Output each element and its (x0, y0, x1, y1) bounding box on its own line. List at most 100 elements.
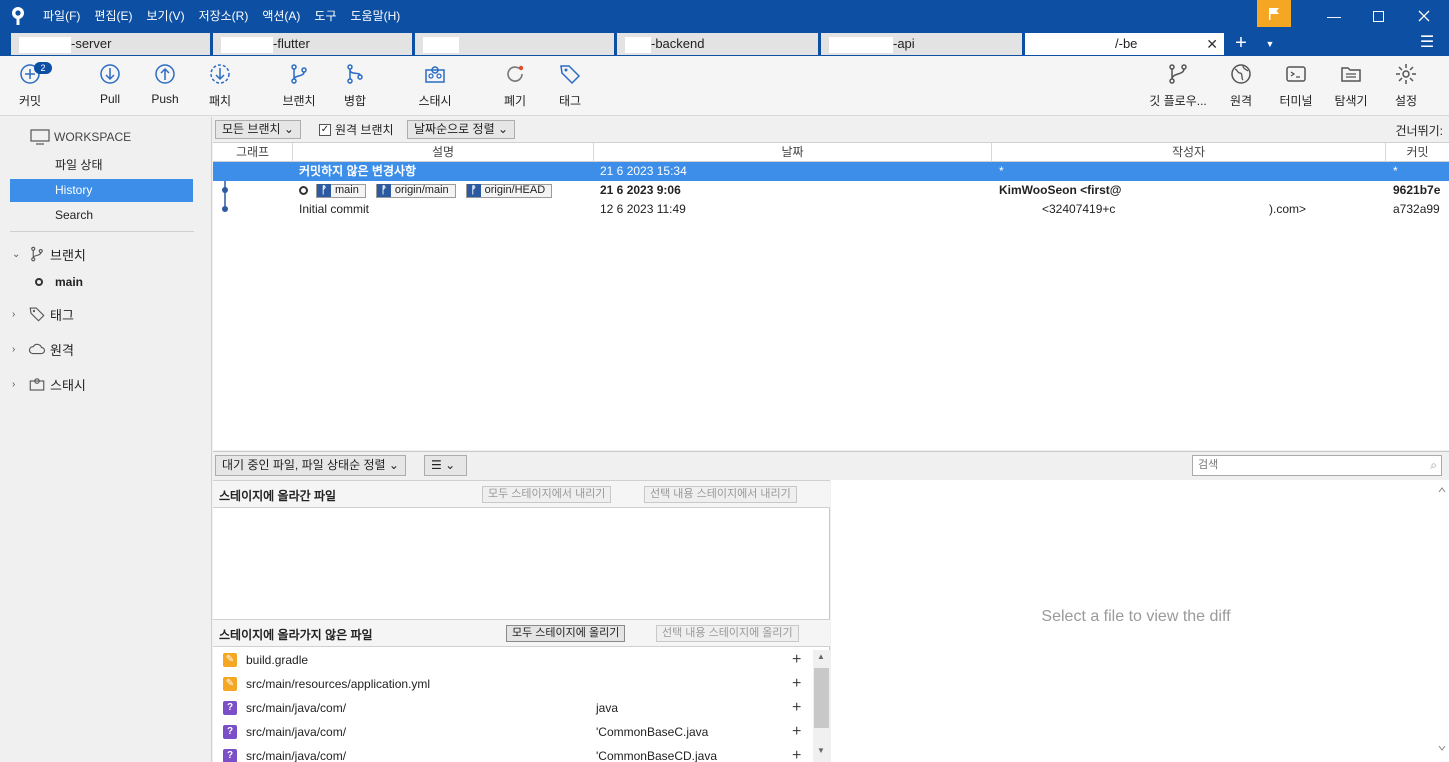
repo-tab[interactable]: -api (821, 33, 1023, 55)
column-date[interactable]: 날짜 (594, 143, 992, 162)
branch-icon: ᚡ (317, 184, 331, 198)
menu-tools[interactable]: 도구 (307, 0, 343, 32)
explorer-button[interactable]: 탐색기 (1321, 62, 1381, 112)
repo-tab-active[interactable]: /-be ✕ (1025, 33, 1225, 55)
add-tab-icon[interactable]: + (1230, 32, 1252, 56)
discard-button[interactable]: 폐기 (485, 62, 545, 112)
menu-bar: 파일(F) 편집(E) 보기(V) 저장소(R) 액션(A) 도구 도움말(H) (36, 0, 407, 32)
history-header: 그래프 설명 날짜 작성자 커밋 (213, 143, 1449, 162)
repo-tab[interactable]: -backend (617, 33, 819, 55)
table-row[interactable]: Initial commit 12 6 2023 11:49 <32407419… (213, 200, 1449, 219)
settings-button[interactable]: 설정 (1376, 62, 1436, 112)
list-item[interactable]: ? src/main/java/com/ 'CommonBaseCD.java … (213, 744, 813, 762)
diff-scrollbar[interactable] (1437, 484, 1447, 754)
search-icon: ⌕ (1430, 458, 1437, 472)
tag-button[interactable]: 태그 (540, 62, 600, 112)
staging-panel: 스테이지에 올라간 파일 모두 스테이지에서 내리기 선택 내용 스테이지에서 … (213, 480, 830, 762)
scrollbar-thumb[interactable] (814, 668, 829, 728)
branch-filter-dropdown[interactable]: 모든 브랜치 ⌄ (215, 120, 301, 139)
pull-button[interactable]: Pull (80, 62, 140, 112)
menu-file[interactable]: 파일(F) (36, 0, 87, 32)
file-list-scrollbar[interactable]: ▲ ▼ (813, 650, 830, 762)
chevron-right-icon: › (12, 308, 16, 320)
list-item[interactable]: ✎ src/main/resources/application.yml + (213, 672, 813, 696)
table-row[interactable]: ᚡ main ᚡ origin/main ᚡ origin/HEAD 21 6 2023 … (213, 181, 1449, 200)
stage-file-plus-icon[interactable]: + (792, 744, 801, 762)
ref-badge[interactable]: ᚡ main (316, 183, 366, 198)
discard-icon (507, 65, 524, 82)
sidebar-item-search[interactable]: Search (10, 204, 193, 227)
terminal-button[interactable]: 터미널 (1266, 62, 1326, 112)
stage-selected-button[interactable]: 선택 내용 스테이지에 올리기 (656, 625, 799, 642)
list-item[interactable]: ✎ build.gradle + (213, 648, 813, 672)
title-bar: 파일(F) 편집(E) 보기(V) 저장소(R) 액션(A) 도구 도움말(H)… (0, 0, 1449, 32)
modified-file-icon: ✎ (223, 677, 237, 691)
sidebar-group-remotes[interactable]: › 원격 (12, 338, 74, 360)
flag-icon[interactable] (1257, 0, 1291, 27)
hamburger-menu-icon[interactable]: ☰ (1416, 32, 1438, 56)
tab-list-chevron-icon[interactable]: ▼ (1262, 32, 1278, 56)
menu-view[interactable]: 보기(V) (139, 0, 191, 32)
scroll-down-icon[interactable]: ▼ (817, 746, 825, 755)
stash-icon (425, 66, 445, 83)
branch-button[interactable]: 브랜치 (269, 62, 329, 112)
maximize-button[interactable] (1355, 0, 1401, 32)
sidebar-item-history[interactable]: History (10, 179, 193, 202)
sidebar-item-file-status[interactable]: 파일 상태 (10, 154, 193, 177)
push-button[interactable]: Push (135, 62, 195, 112)
fetch-button[interactable]: 패치 (190, 62, 250, 112)
stage-file-plus-icon[interactable]: + (792, 672, 801, 696)
pull-icon (100, 64, 120, 84)
list-item[interactable]: ? src/main/java/com/ 'CommonBaseC.java + (213, 720, 813, 744)
minimize-button[interactable]: — (1311, 0, 1357, 32)
repo-tab[interactable]: -flutter (213, 33, 413, 55)
list-item[interactable]: ? src/main/java/com/ java + (213, 696, 813, 720)
search-input[interactable]: 검색 ⌕ (1192, 455, 1442, 476)
branch-icon (31, 246, 43, 262)
stage-file-plus-icon[interactable]: + (792, 720, 801, 744)
merge-icon (347, 64, 363, 84)
ref-labels: ᚡ main ᚡ origin/main ᚡ origin/HEAD (299, 181, 562, 200)
branch-icon: ᚡ (376, 184, 391, 198)
git-flow-button[interactable]: 깃 플로우... (1148, 62, 1208, 112)
sidebar-group-tags[interactable]: › 태그 (12, 303, 74, 325)
repo-tab[interactable]: -server (11, 33, 211, 55)
current-branch-icon (35, 278, 43, 286)
stage-all-button[interactable]: 모두 스테이지에 올리기 (506, 625, 626, 642)
close-tab-icon[interactable]: ✕ (1206, 33, 1218, 55)
repo-tab[interactable] (415, 33, 615, 55)
scroll-up-icon[interactable]: ▲ (817, 652, 825, 661)
unstage-selected-button[interactable]: 선택 내용 스테이지에서 내리기 (644, 486, 797, 503)
git-flow-icon (1169, 64, 1187, 84)
unstage-all-button[interactable]: 모두 스테이지에서 내리기 (482, 486, 612, 503)
sidebar-divider (10, 231, 194, 232)
remote-branches-checkbox[interactable]: ✓ 원격 브랜치 (319, 121, 394, 138)
file-sort-dropdown[interactable]: 대기 중인 파일, 파일 상태순 정렬 ⌄ (215, 455, 406, 476)
close-window-button[interactable] (1401, 0, 1447, 32)
column-commit[interactable]: 커밋 (1386, 143, 1449, 162)
merge-button[interactable]: 병합 (325, 62, 385, 112)
stage-file-plus-icon[interactable]: + (792, 648, 801, 672)
menu-edit[interactable]: 편집(E) (87, 0, 139, 32)
history-table: 그래프 설명 날짜 작성자 커밋 커밋하지 않은 변경사항 21 6 2023 … (213, 142, 1449, 450)
sort-dropdown[interactable]: 날짜순으로 정렬 ⌄ (407, 120, 516, 139)
menu-repository[interactable]: 저장소(R) (192, 0, 256, 32)
ref-badge[interactable]: ᚡ origin/HEAD (465, 183, 553, 198)
ref-badge[interactable]: ᚡ origin/main (375, 183, 456, 198)
column-graph[interactable]: 그래프 (213, 143, 293, 162)
tag-icon (560, 65, 581, 85)
column-description[interactable]: 설명 (293, 143, 594, 162)
commit-button[interactable]: 2 커밋 (0, 62, 60, 112)
menu-help[interactable]: 도움말(H) (344, 0, 408, 32)
push-icon (155, 64, 175, 84)
sidebar-group-stashes[interactable]: › 스태시 (12, 373, 86, 395)
sidebar-branch-main[interactable]: main (35, 275, 83, 289)
view-mode-dropdown[interactable]: ☰ ⌄ (424, 455, 467, 476)
column-author[interactable]: 작성자 (992, 143, 1386, 162)
sidebar-group-branches[interactable]: ⌄ 브랜치 (12, 243, 86, 265)
stage-file-plus-icon[interactable]: + (792, 696, 801, 720)
menu-actions[interactable]: 액션(A) (255, 0, 307, 32)
table-row[interactable]: 커밋하지 않은 변경사항 21 6 2023 15:34 * * (213, 162, 1449, 181)
remote-button[interactable]: 원격 (1211, 62, 1271, 112)
stash-button[interactable]: 스태시 (405, 62, 465, 112)
